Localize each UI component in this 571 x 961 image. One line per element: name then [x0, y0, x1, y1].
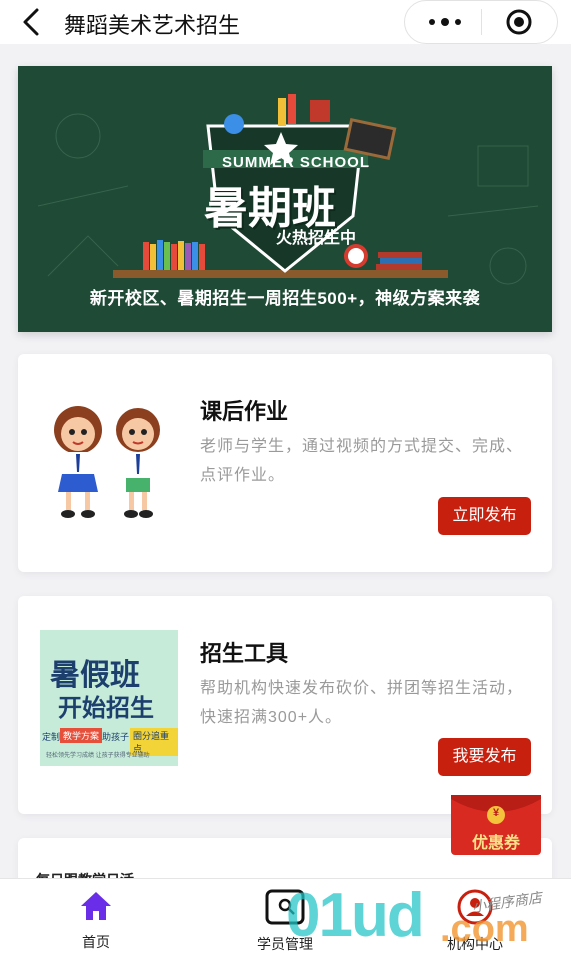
- summer-school-banner[interactable]: SUMMER SCHOOL 暑期班 火热招生中 新开校区、暑期招生一周招生500…: [18, 66, 552, 332]
- card-description: 帮助机构快速发布砍价、拼团等招生活动，快速招满300+人。: [200, 680, 524, 726]
- recruit-tool-card[interactable]: 暑假班 开始招生 定制 教学方案 助孩子 圈分追重点 轻松领先学习成绩 让孩子获…: [18, 596, 552, 814]
- capsule-divider: [481, 9, 482, 35]
- summer-class-poster: 暑假班 开始招生 定制 教学方案 助孩子 圈分追重点 轻松领先学习成绩 让孩子获…: [40, 630, 178, 766]
- poster-footer: 轻松领先学习成绩 让孩子获得专业辅助: [46, 753, 150, 759]
- tab-label: 首页: [82, 934, 110, 950]
- banner-caption: 新开校区、暑期招生一周招生500+，神级方案来袭: [89, 289, 481, 308]
- poster-line2: 开始招生: [58, 695, 154, 722]
- tab-home[interactable]: 首页: [51, 889, 141, 952]
- poster-tag-left: 定制: [42, 732, 61, 742]
- page-title: 舞蹈美术艺术招生: [64, 13, 241, 38]
- home-icon: [81, 892, 111, 920]
- poster-tag-mid: 教学方案: [60, 728, 103, 743]
- miniprogram-capsule: [404, 0, 558, 44]
- close-target-icon[interactable]: [505, 8, 533, 36]
- more-dots-icon[interactable]: [427, 13, 463, 31]
- card-title: 课后作业: [200, 399, 289, 424]
- card-title: 招生工具: [200, 641, 289, 666]
- banner-hot-text: 火热招生中: [276, 230, 357, 247]
- students-illustration: [54, 406, 160, 518]
- coupon-yen-symbol: ¥: [492, 807, 500, 819]
- card-description: 老师与学生，通过视频的方式提交、完成、点评作业。: [200, 438, 524, 484]
- publish-now-button[interactable]: 立即发布: [438, 497, 531, 535]
- want-publish-button[interactable]: 我要发布: [438, 738, 531, 776]
- coupon-badge[interactable]: ¥ 优惠券: [451, 795, 541, 855]
- watermark-logo: 01ud: [286, 881, 425, 950]
- banner-summer-school: SUMMER SCHOOL: [222, 154, 370, 171]
- nav-header: 舞蹈美术艺术招生: [0, 0, 571, 44]
- poster-tag-mid2: 助孩子: [102, 732, 130, 742]
- back-arrow-icon[interactable]: [18, 6, 46, 38]
- coupon-label: 优惠券: [471, 835, 520, 852]
- homework-card[interactable]: 课后作业 老师与学生，通过视频的方式提交、完成、点评作业。 立即发布: [18, 354, 552, 572]
